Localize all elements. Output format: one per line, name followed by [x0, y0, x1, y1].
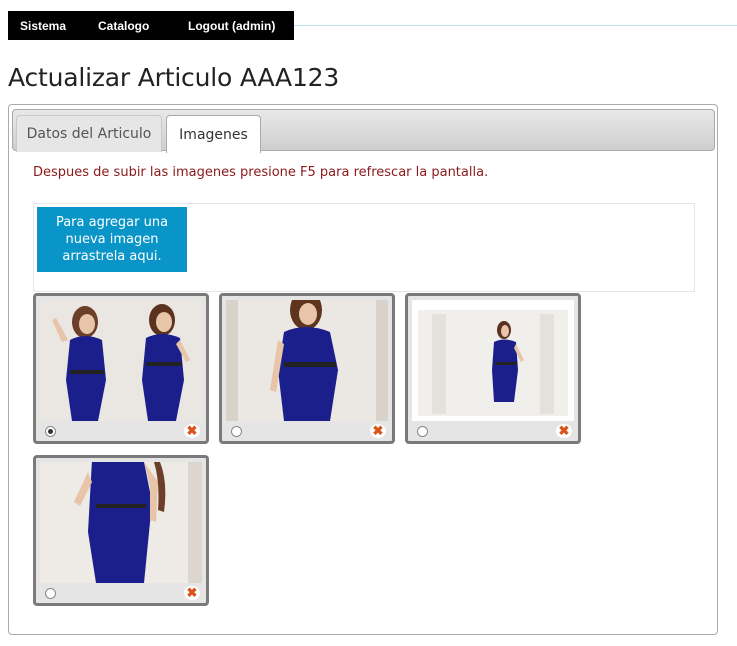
delete-x-icon[interactable]: ✖	[370, 424, 386, 438]
tabs-panel: Datos del Articulo Imagenes Despues de s…	[8, 104, 718, 635]
image-card: ✖	[219, 293, 395, 444]
delete-x-icon[interactable]: ✖	[556, 424, 572, 438]
nav-item-logout[interactable]: Logout (admin)	[188, 19, 275, 33]
primary-image-radio[interactable]	[45, 588, 56, 599]
dress-photo	[40, 462, 202, 583]
image-card: ✖	[33, 293, 209, 444]
tab-imagenes[interactable]: Imagenes	[166, 115, 261, 153]
delete-x-icon[interactable]: ✖	[184, 424, 200, 438]
nav-item-catalogo[interactable]: Catalogo	[98, 19, 149, 33]
nav-divider	[294, 25, 737, 26]
page-title: Actualizar Articulo AAA123	[8, 63, 340, 92]
image-card: ✖	[33, 455, 209, 606]
upload-area: Para agregar una nueva imagen arrastrela…	[33, 203, 695, 292]
image-card: ✖	[405, 293, 581, 444]
tab-datos-del-articulo[interactable]: Datos del Articulo	[16, 115, 162, 152]
primary-image-radio[interactable]	[231, 426, 242, 437]
image-dropzone[interactable]: Para agregar una nueva imagen arrastrela…	[37, 207, 187, 272]
primary-image-radio[interactable]	[417, 426, 428, 437]
dress-photo	[226, 300, 388, 421]
dress-photo	[412, 300, 574, 421]
dress-photo	[40, 300, 202, 421]
top-navbar: Sistema Catalogo Logout (admin)	[8, 11, 294, 40]
refresh-notice: Despues de subir las imagenes presione F…	[33, 165, 489, 180]
nav-item-sistema[interactable]: Sistema	[20, 19, 66, 33]
tab-bar: Datos del Articulo Imagenes	[12, 109, 715, 153]
delete-x-icon[interactable]: ✖	[184, 586, 200, 600]
primary-image-radio[interactable]	[45, 426, 56, 437]
